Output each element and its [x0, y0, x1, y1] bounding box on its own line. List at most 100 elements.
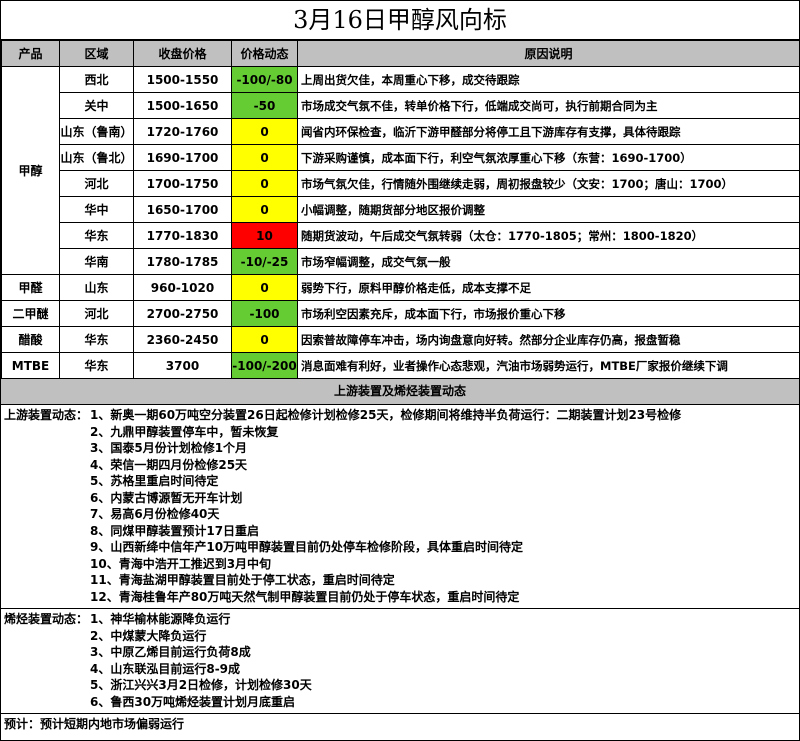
- region-cell: 华南: [59, 248, 134, 275]
- upstream-item: 2、九鼎甲醇装置停车中，暂未恢复: [1, 424, 799, 441]
- change-cell: 0: [231, 118, 298, 145]
- olefin-text: 4、山东联泓目前运行8-9成: [90, 661, 241, 676]
- upstream-text: 7、易高6月份检修40天: [90, 507, 220, 521]
- upstream-item: 4、荣信一期四月份检修25天: [1, 457, 799, 474]
- column-header: 价格动态: [231, 40, 298, 67]
- upstream-item: 7、易高6月份检修40天: [1, 506, 799, 523]
- table-row: 醋酸 华东 2360-2450 0 因索普故障停车冲击，场内询盘意向好转。然部分企业库存…: [1, 326, 800, 353]
- change-cell: 0: [231, 196, 298, 223]
- price-cell: 960-1020: [133, 274, 232, 301]
- olefin-item: 4、山东联泓目前运行8-9成: [1, 661, 799, 678]
- table-row: 华东 1770-1830 10 随期货波动，午后成交气氛转弱（太仓：1770-1805…: [2, 222, 800, 249]
- product-cell: 甲醇: [1, 66, 60, 275]
- upstream-item: 5、苏格里重启时间待定: [1, 473, 799, 490]
- region-cell: 西北: [59, 66, 134, 93]
- upstream-text: 8、同煤甲醇装置预计17日重启: [90, 523, 260, 538]
- reason-cell: 下游采购谨慎，成本面下行，利空气氛浓厚重心下移（东营：1690-1700）: [297, 144, 800, 171]
- region-cell: 山东（鲁南）: [59, 118, 134, 145]
- olefin-item: 5、浙江兴兴3月2日检修，计划检修30天: [1, 677, 799, 694]
- price-cell: 1700-1750: [133, 170, 232, 197]
- olefin-item: 3、中原乙烯目前运行负荷8成: [1, 644, 799, 661]
- change-cell: 0: [231, 144, 298, 171]
- region-cell: 河北: [59, 170, 134, 197]
- change-cell: -100/-80: [231, 66, 298, 93]
- upstream-item: 6、内蒙古博源暂无开车计划: [1, 490, 799, 507]
- table-row: 关中 1500-1650 -50 市场成交气氛不佳，转单价格下行，低端成交尚可，执行前…: [2, 92, 800, 119]
- upstream-text: 2、九鼎甲醇装置停车中，暂未恢复: [90, 424, 279, 439]
- region-cell: 河北: [59, 300, 134, 327]
- product-cell: 甲醛: [1, 274, 60, 301]
- change-cell: -10/-25: [231, 248, 298, 275]
- region-cell: 山东: [59, 274, 134, 301]
- table-row: 山东（鲁南） 1720-1760 0 闻省内环保检查，临沂下游甲醛部分将停工且下游库存…: [2, 118, 800, 145]
- column-header: 原因说明: [297, 40, 800, 67]
- section-title: 上游装置及烯烃装置动态: [1, 379, 799, 405]
- reason-cell: 小幅调整，随期货部分地区报价调整: [297, 196, 800, 223]
- upstream-block: 上游装置动态： 1、新奥一期60万吨空分装置26日起检修计划检修25天，检修期间将…: [1, 405, 799, 609]
- table-row: 二甲醚 河北 2700-2750 -100 市场利空因素充斥，成本面下行，市场报价重心下…: [1, 300, 800, 327]
- upstream-item: 上游装置动态： 1、新奥一期60万吨空分装置26日起检修计划检修25天，检修期间将…: [1, 407, 799, 424]
- table-row: MTBE 华东 3700 -100/-200 消息面难有利好，业者操作心态悲观，汽油市场…: [1, 352, 800, 379]
- table-row: 甲醇 西北 1500-1550 -100/-80 上周出货欠佳，本周重心下移，成交待跟踪: [1, 66, 800, 275]
- product-cell: MTBE: [1, 352, 60, 379]
- change-cell: 0: [231, 274, 298, 301]
- change-cell: -100: [231, 300, 298, 327]
- page: 3月16日甲醇风向标 产品 区域 收盘价格 价格动态 原因说明 甲醇 西北 1500-1550…: [0, 0, 800, 741]
- upstream-text: 9、山西新绛中信年产10万吨甲醇装置目前仍处停车检修阶段，具体重启时间待定: [90, 540, 524, 554]
- olefin-block: 烯烃装置动态： 1、神华榆林能源降负运行 2、中煤蒙大降负运行 3、中原乙烯目前运行负…: [1, 609, 799, 714]
- price-cell: 1720-1760: [133, 118, 232, 145]
- table-header-row: 产品 区域 收盘价格 价格动态 原因说明: [1, 40, 800, 67]
- upstream-text: 3、国泰5月份计划检修1个月: [90, 441, 248, 455]
- table-row: 华南 1780-1785 -10/-25 市场窄幅调整，成交气氛一般: [2, 248, 800, 275]
- olefin-text: 3、中原乙烯目前运行负荷8成: [90, 645, 251, 659]
- change-cell: 10: [231, 222, 298, 249]
- column-header: 收盘价格: [133, 40, 232, 67]
- upstream-text: 1、新奥一期60万吨空分装置26日起检修计划检修25天，检修期间将维持半负荷运行…: [90, 408, 682, 422]
- price-cell: 1650-1700: [133, 196, 232, 223]
- price-cell: 3700: [133, 352, 232, 379]
- upstream-text: 12、青海桂鲁年产80万吨天然气制甲醇装置目前仍处于停车状态，重启时间待定: [90, 589, 520, 604]
- olefin-label: 烯烃装置动态：: [4, 612, 89, 626]
- reason-cell: 弱势下行，原料甲醇价格走低，成本支撑不足: [297, 274, 800, 301]
- price-cell: 2360-2450: [133, 326, 232, 353]
- reason-cell: 市场气氛欠佳，行情随外围继续走弱，周初报盘较少（文安：1700；唐山：1700）: [297, 170, 800, 197]
- reason-cell: 随期货波动，午后成交气氛转弱（太仓：1770-1805；常州：1800-1820…: [297, 222, 800, 249]
- table-row: 华中 1650-1700 0 小幅调整，随期货部分地区报价调整: [2, 196, 800, 223]
- upstream-text: 11、青海盐湖甲醇装置目前处于停工状态，重启时间待定: [90, 573, 395, 587]
- region-cell: 山东（鲁北）: [59, 144, 134, 171]
- column-header: 区域: [59, 40, 134, 67]
- price-cell: 1500-1550: [133, 66, 232, 93]
- upstream-item: 10、青海中浩开工推迟到3月中旬: [1, 556, 799, 573]
- olefin-item: 6、鲁西30万吨烯烃装置计划月底重启: [1, 694, 799, 711]
- olefin-item: 2、中煤蒙大降负运行: [1, 628, 799, 645]
- region-cell: 华东: [59, 222, 134, 249]
- upstream-item: 3、国泰5月份计划检修1个月: [1, 440, 799, 457]
- reason-cell: 市场利空因素充斥，成本面下行，市场报价重心下移: [297, 300, 800, 327]
- reason-cell: 因索普故障停车冲击，场内询盘意向好转。然部分企业库存仍高，报盘暂稳: [297, 326, 800, 353]
- region-cell: 关中: [59, 92, 134, 119]
- table-row: 河北 1700-1750 0 市场气氛欠佳，行情随外围继续走弱，周初报盘较少（文安：1…: [2, 170, 800, 197]
- change-cell: 0: [231, 326, 298, 353]
- table-row: 山东（鲁北） 1690-1700 0 下游采购谨慎，成本面下行，利空气氛浓厚重心下移（…: [2, 144, 800, 171]
- region-cell: 华东: [59, 352, 134, 379]
- price-cell: 1780-1785: [133, 248, 232, 275]
- column-header: 产品: [1, 40, 60, 67]
- forecast: 预计：预计短期内地市场偏弱运行: [4, 717, 185, 731]
- region-cell: 华中: [59, 196, 134, 223]
- upstream-item: 8、同煤甲醇装置预计17日重启: [1, 523, 799, 540]
- product-cell: 醋酸: [1, 326, 60, 353]
- upstream-text: 4、荣信一期四月份检修25天: [90, 457, 248, 472]
- change-cell: 0: [231, 170, 298, 197]
- reason-cell: 消息面难有利好，业者操作心态悲观，汽油市场弱势运行，MTBE厂家报价继续下调: [297, 352, 800, 379]
- olefin-item: 烯烃装置动态： 1、神华榆林能源降负运行: [1, 611, 799, 628]
- upstream-text: 6、内蒙古博源暂无开车计划: [90, 490, 243, 505]
- olefin-text: 2、中煤蒙大降负运行: [90, 628, 207, 643]
- upstream-text: 5、苏格里重启时间待定: [90, 474, 219, 488]
- olefin-text: 6、鲁西30万吨烯烃装置计划月底重启: [90, 694, 296, 709]
- olefin-text: 5、浙江兴兴3月2日检修，计划检修30天: [90, 678, 312, 692]
- price-cell: 1770-1830: [133, 222, 232, 249]
- product-cell: 二甲醚: [1, 300, 60, 327]
- price-cell: 2700-2750: [133, 300, 232, 327]
- upstream-label: 上游装置动态：: [4, 408, 89, 422]
- upstream-item: 9、山西新绛中信年产10万吨甲醇装置目前仍处停车检修阶段，具体重启时间待定: [1, 539, 799, 556]
